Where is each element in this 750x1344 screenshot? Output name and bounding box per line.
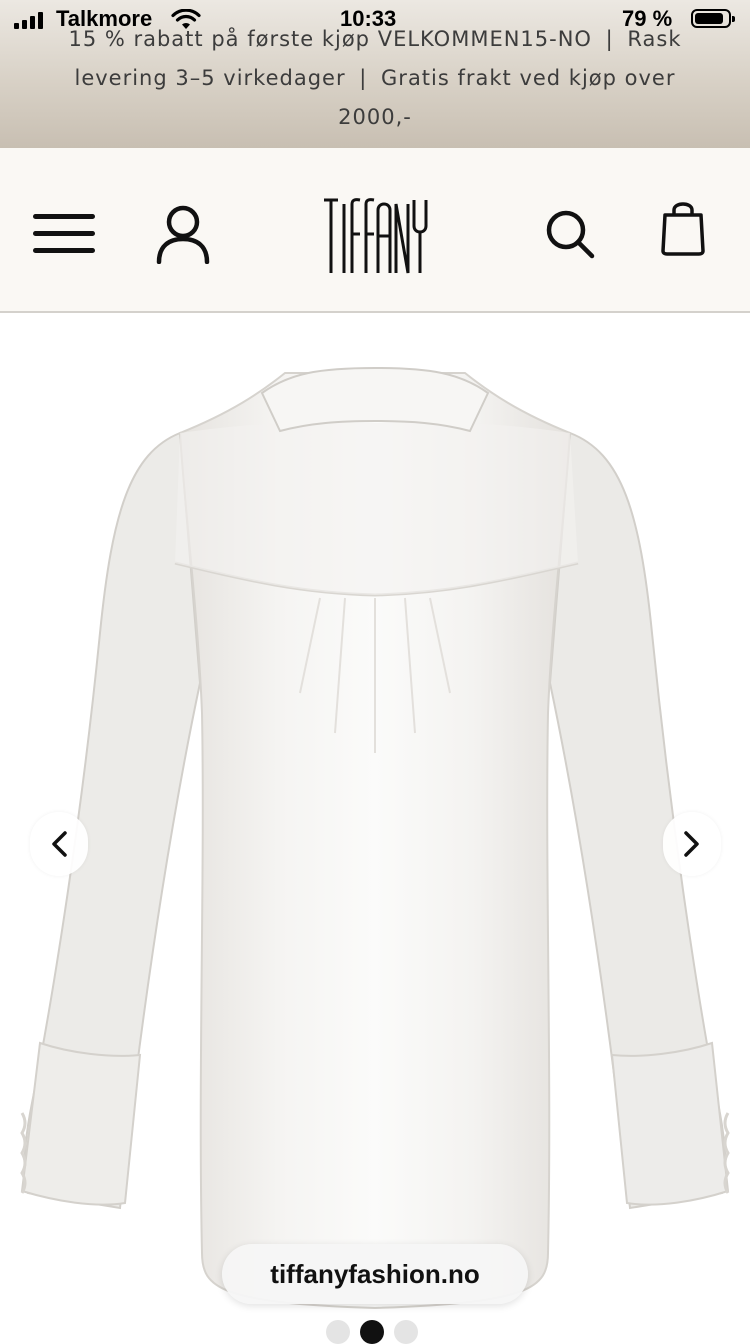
promo-free-shipping: Gratis frakt ved kjøp over 2000,- xyxy=(338,66,676,129)
chevron-left-icon xyxy=(52,831,67,857)
carrier-name: Talkmore xyxy=(56,6,153,31)
signal-icon xyxy=(14,12,43,29)
bag-icon[interactable] xyxy=(660,198,706,256)
gallery-next-button[interactable] xyxy=(663,812,721,876)
gallery-dot[interactable] xyxy=(326,1320,350,1344)
gallery-dot-active[interactable] xyxy=(360,1320,384,1344)
search-icon[interactable] xyxy=(544,208,596,260)
product-gallery[interactable] xyxy=(0,313,750,1334)
gallery-dot[interactable] xyxy=(394,1320,418,1344)
menu-icon[interactable] xyxy=(33,210,97,258)
battery-icon xyxy=(691,9,735,28)
gallery-prev-button[interactable] xyxy=(30,812,88,876)
tiffany-logo[interactable] xyxy=(322,196,428,276)
url-text: tiffanyfashion.no xyxy=(270,1258,480,1289)
gallery-pagination xyxy=(326,1320,418,1344)
battery-percentage: 79 % xyxy=(622,6,673,31)
chevron-right-icon xyxy=(684,831,699,857)
browser-url-bar[interactable]: tiffanyfashion.no xyxy=(222,1244,528,1304)
status-bar: Talkmore 10:33 79 % xyxy=(0,0,750,40)
product-image[interactable] xyxy=(0,313,750,1334)
site-header xyxy=(0,148,750,313)
promo-separator: | xyxy=(359,66,368,90)
promo-banner: 15 % rabatt på første kjøp VELKOMMEN15-N… xyxy=(0,0,750,148)
account-icon[interactable] xyxy=(156,204,210,264)
wifi-icon xyxy=(171,9,201,29)
clock: 10:33 xyxy=(340,6,397,31)
